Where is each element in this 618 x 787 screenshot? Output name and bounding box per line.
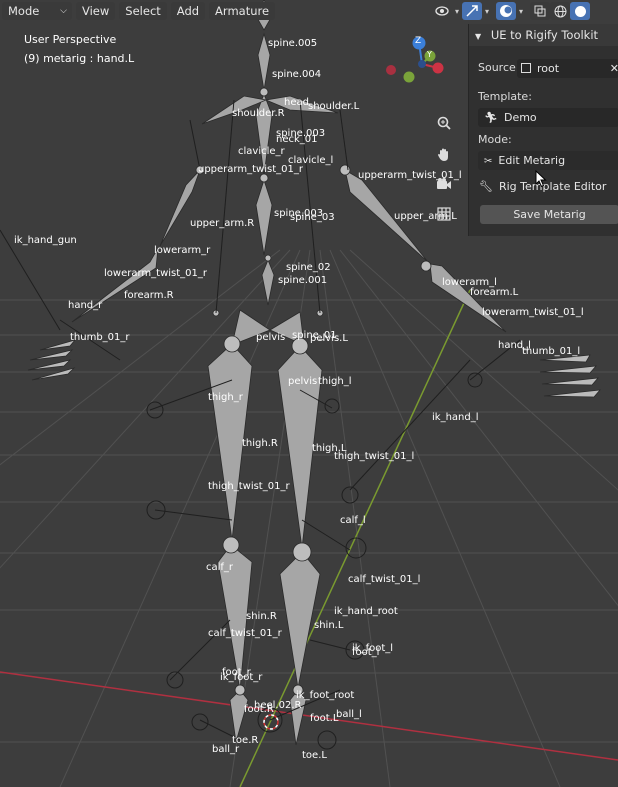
bone-label: thumb_01_l: [522, 346, 581, 357]
bone-label: spine_02: [286, 262, 331, 273]
axis-y-label: Y: [427, 50, 432, 59]
header-right-tools: ▾ ▾ ▾: [432, 2, 590, 20]
source-field[interactable]: root ✕: [517, 59, 618, 78]
menu-view[interactable]: View: [76, 2, 116, 20]
bone-label: upperarm_twist_01_r: [198, 164, 303, 175]
edit-metarig-icon: ✂: [484, 156, 493, 167]
bone-label: thumb_01_r: [70, 332, 130, 343]
bone-label: foot_l: [352, 647, 380, 658]
wireframe-shading-icon[interactable]: [550, 2, 570, 20]
bone-label: pelvis: [256, 332, 286, 343]
bone-label: clavicle_r: [238, 146, 285, 157]
bone-label: calf_l: [340, 515, 366, 526]
bone-label: spine.005: [268, 38, 318, 49]
template-value: Demo: [503, 111, 537, 124]
chevron-down-icon: ⌵: [60, 6, 67, 16]
bone-label: shin.R: [246, 611, 277, 622]
menu-add[interactable]: Add: [170, 2, 206, 20]
save-metarig-button[interactable]: Save Metarig: [480, 205, 618, 224]
grid-icon[interactable]: [433, 203, 455, 225]
source-label: Source:: [478, 61, 520, 74]
bone-label: toe.L: [302, 750, 327, 761]
bone-label: ball_r: [212, 744, 240, 755]
visibility-eye-icon[interactable]: [432, 2, 452, 20]
bone-label: thigh.R: [242, 438, 278, 449]
zoom-icon[interactable]: [433, 112, 455, 134]
bone-label: foot.L: [310, 713, 339, 724]
3d-cursor: [263, 714, 279, 730]
bone-label: upper_arm.R: [190, 218, 255, 229]
chevron-down-icon[interactable]: ▾: [516, 7, 526, 16]
bone-label: spine.004: [272, 69, 322, 80]
bone-label: forearm.R: [124, 290, 174, 301]
mode-label: Mode:: [478, 133, 512, 146]
chevron-down-icon[interactable]: ▾: [482, 7, 492, 16]
solid-shading-icon[interactable]: [570, 2, 590, 20]
bone-label: thigh_r: [208, 392, 243, 403]
mode-select-label: Mode: [8, 4, 40, 18]
collapse-triangle-icon[interactable]: ▼: [475, 32, 481, 41]
x-axis-line: [0, 671, 618, 761]
ue-to-rigify-panel: ▼ UE to Rigify Toolkit Source: root ✕ Te…: [468, 24, 618, 236]
mouse-pointer-icon: [535, 170, 547, 188]
bone-label: head: [284, 97, 309, 108]
axis-z-label: Z: [415, 36, 422, 46]
template-label: Template:: [478, 90, 532, 103]
object-icon: [521, 63, 531, 73]
bone-label: ik_hand_l: [432, 412, 479, 423]
panel-header[interactable]: ▼ UE to Rigify Toolkit: [469, 24, 618, 46]
mode-field[interactable]: ✂ Edit Metarig: [478, 151, 618, 170]
armature-icon: 🏃︎: [484, 111, 498, 124]
bone-label: pelvis: [288, 376, 318, 387]
template-field[interactable]: 🏃︎ Demo: [478, 108, 618, 127]
bone-label: forearm.L: [470, 287, 519, 298]
source-value: root: [537, 62, 560, 75]
menu-select[interactable]: Select: [119, 2, 167, 20]
bone-label: thigh_twist_01_l: [334, 451, 415, 462]
bone-label: calf_twist_01_l: [348, 574, 421, 585]
xray-toggle-icon[interactable]: [530, 2, 550, 20]
bone-label: spine.001: [278, 275, 328, 286]
pan-hand-icon[interactable]: [433, 143, 455, 165]
menu-armature[interactable]: Armature: [209, 2, 276, 20]
rig-template-editor-label: Rig Template Editor: [498, 180, 607, 193]
mode-value: Edit Metarig: [498, 154, 566, 167]
bone-label: shoulder.L: [308, 101, 360, 112]
bone-label: shoulder.R: [232, 108, 285, 119]
active-object-text: (9) metarig : hand.L: [24, 52, 135, 65]
bone-label: calf_r: [206, 562, 234, 573]
bone-label: spine.003: [276, 128, 326, 139]
bone-label: ik_hand_root: [334, 606, 398, 617]
panel-title: UE to Rigify Toolkit: [490, 28, 599, 42]
camera-icon[interactable]: [433, 173, 455, 195]
navigation-gizmo[interactable]: Z Y: [378, 30, 458, 88]
mode-select[interactable]: Mode ⌵: [2, 2, 72, 20]
bone-label: lowerarm_twist_01_l: [482, 307, 584, 318]
bone-label: lowerarm_r: [154, 245, 211, 256]
bone-label: foot.R: [244, 704, 274, 715]
wrench-icon: 🔧︎: [479, 180, 493, 193]
gizmo-toggle-icon[interactable]: [462, 2, 482, 20]
bone-label: ik_foot_r: [220, 672, 263, 683]
bone-label: calf_twist_01_r: [208, 628, 282, 639]
axis-neg-x-dot: [386, 65, 396, 75]
bone-label: ik_hand_gun: [14, 235, 77, 246]
chevron-down-icon[interactable]: ▾: [452, 7, 462, 16]
bone-label: lowerarm_twist_01_r: [104, 268, 207, 279]
bone-label: thigh_twist_01_r: [208, 481, 290, 492]
bone-label: spine_03: [290, 212, 335, 223]
bone-label: shin.L: [314, 620, 344, 631]
bone-label: pelvis.L: [310, 333, 348, 344]
overlay-toggle-icon[interactable]: [496, 2, 516, 20]
bone-label: hand_r: [68, 300, 103, 311]
view-name-text: User Perspective: [24, 33, 117, 46]
axis-x-dot: [432, 62, 444, 74]
bone-label: ik_foot_root: [296, 690, 355, 701]
axis-y-dot: [403, 71, 415, 83]
clear-x-icon[interactable]: ✕: [610, 59, 618, 78]
bone-label: ball_l: [336, 709, 362, 720]
bone-label: thigh_l: [318, 376, 352, 387]
